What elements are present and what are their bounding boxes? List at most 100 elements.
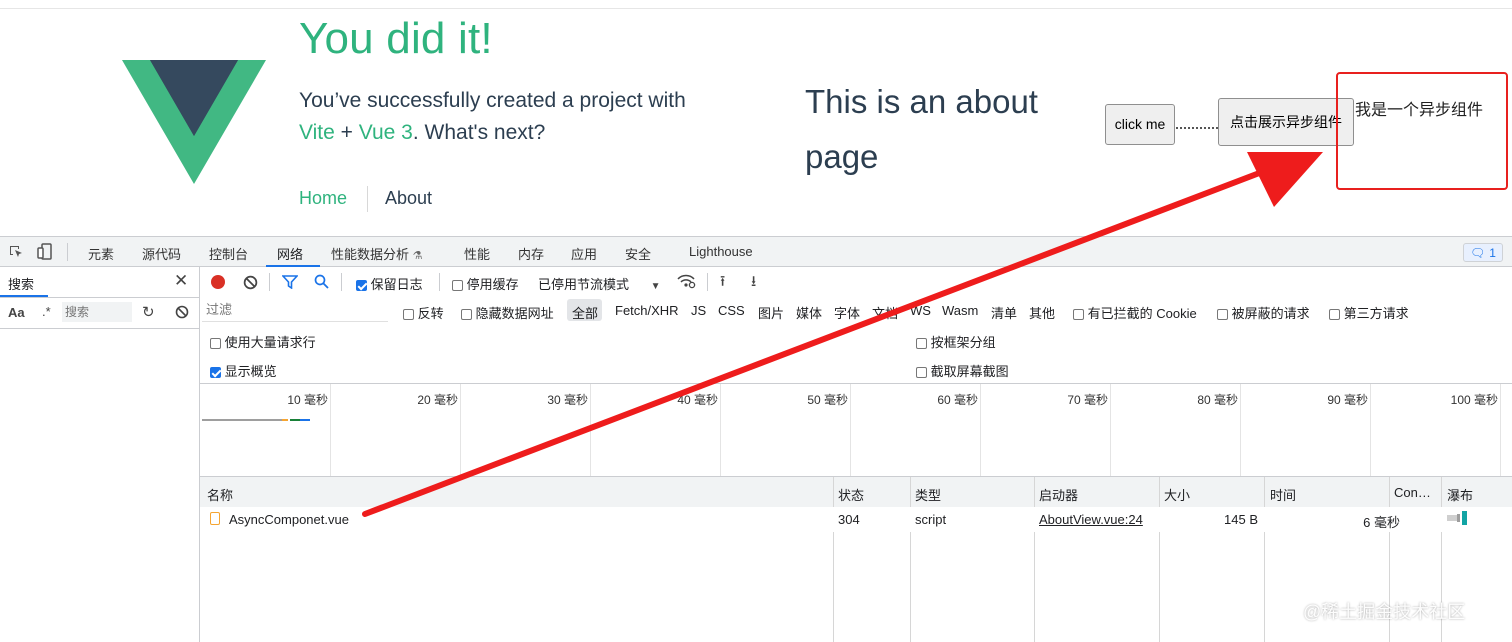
search-panel-title[interactable]: 搜索 [8,274,34,293]
invert-option[interactable]: 反转 [403,303,444,322]
tab-elements[interactable]: 元素 [88,244,114,263]
match-case-toggle[interactable]: Aa [8,305,25,320]
search-icon[interactable] [314,274,329,289]
capture-screenshots-label: 截取屏幕截图 [930,364,1009,379]
network-filter-bar: 反转 隐藏数据网址 全部 Fetch/XHR JS CSS 图片 媒体 字体 文… [200,296,1512,326]
request-initiator-link[interactable]: AboutView.vue:24 [1039,512,1143,527]
close-icon[interactable]: ✕ [174,271,188,291]
click-me-button[interactable]: click me [1105,104,1175,145]
inspect-element-icon[interactable] [8,244,24,260]
tab-performance-insights[interactable]: 性能数据分析 ⚗ [331,244,423,263]
invert-checkbox[interactable] [403,309,414,321]
refresh-icon[interactable]: ↻ [142,303,155,321]
network-conditions-icon[interactable] [676,273,696,289]
disable-cache-checkbox[interactable] [452,280,463,292]
timeline-gridline [1110,384,1111,476]
column-initiator[interactable]: 启动器 [1039,485,1078,504]
network-toolbar: 保留日志 停用缓存 已停用节流模式 ▼ ⭱ ⭳ [200,267,1512,297]
big-request-rows-checkbox[interactable] [210,338,221,350]
type-filter-font[interactable]: 字体 [834,303,860,322]
dotted-connector [1176,127,1218,129]
column-divider[interactable] [1159,477,1160,642]
show-overview-checkbox[interactable] [210,367,221,379]
devtools-tabbar: 元素 源代码 控制台 网络 性能数据分析 ⚗ 性能 内存 应用 安全 Light… [0,236,1512,267]
blocked-requests-checkbox[interactable] [1217,309,1228,321]
type-filter-doc[interactable]: 文档 [872,303,898,322]
column-divider[interactable] [910,477,911,642]
vue3-link[interactable]: Vue 3 [359,121,413,144]
column-type[interactable]: 类型 [915,485,941,504]
type-filter-all[interactable]: 全部 [572,303,598,322]
type-filter-css[interactable]: CSS [718,303,745,318]
network-overview-timeline[interactable]: 10 毫秒 20 毫秒 30 毫秒 40 毫秒 50 毫秒 60 毫秒 70 毫… [200,384,1512,477]
show-overview-option[interactable]: 显示概览 [210,361,277,380]
type-filter-wasm[interactable]: Wasm [942,303,978,318]
nav-home-link[interactable]: Home [299,188,347,209]
preserve-log-option[interactable]: 保留日志 [356,274,423,293]
type-filter-media[interactable]: 媒体 [796,303,822,322]
request-size: 145 B [1224,512,1258,527]
capture-screenshots-checkbox[interactable] [916,367,927,379]
tab-performance[interactable]: 性能 [464,244,490,263]
record-icon[interactable] [211,275,225,289]
column-divider[interactable] [1034,477,1035,642]
tab-memory[interactable]: 内存 [518,244,544,263]
nav-about-link[interactable]: About [385,188,432,209]
clear-icon[interactable] [175,305,189,319]
toolbar-divider [269,273,270,291]
tab-network[interactable]: 网络 [277,244,303,263]
type-filter-img[interactable]: 图片 [758,303,784,322]
type-filter-other[interactable]: 其他 [1029,303,1055,322]
issues-badge[interactable]: 🗨 1 [1463,243,1503,262]
export-har-icon[interactable]: ⭳ [751,271,756,296]
blocked-requests-option[interactable]: 被屏蔽的请求 [1217,303,1310,322]
tab-security[interactable]: 安全 [625,244,651,263]
column-divider[interactable] [833,477,834,642]
column-time[interactable]: 时间 [1270,485,1296,504]
third-party-option[interactable]: 第三方请求 [1329,303,1409,322]
hide-data-urls-checkbox[interactable] [461,309,472,321]
column-size[interactable]: 大小 [1164,485,1190,504]
search-input[interactable] [62,302,134,322]
tab-console[interactable]: 控制台 [209,244,248,263]
column-divider[interactable] [1264,477,1265,642]
big-request-rows-option[interactable]: 使用大量请求行 [210,332,316,351]
disable-cache-option[interactable]: 停用缓存 [452,274,519,293]
blocked-cookies-checkbox[interactable] [1073,309,1084,321]
clear-log-icon[interactable] [243,275,258,290]
group-by-frame-checkbox[interactable] [916,338,927,350]
column-waterfall[interactable]: 瀑布 [1447,485,1473,504]
timeline-tick-label: 10 毫秒 [287,393,328,407]
preserve-log-checkbox[interactable] [356,280,367,292]
device-toolbar-icon[interactable] [37,243,53,261]
group-by-frame-option[interactable]: 按框架分组 [916,332,996,351]
blocked-cookies-label: 有已拦截的 Cookie [1087,306,1197,321]
request-name[interactable]: AsyncComponet.vue [229,512,349,527]
toolbar-divider [341,273,342,291]
tab-sources[interactable]: 源代码 [142,244,181,263]
issues-count: 1 [1489,245,1496,260]
throttling-select[interactable]: 已停用节流模式 ▼ [538,274,661,293]
throttling-value: 已停用节流模式 [538,277,630,292]
capture-screenshots-option[interactable]: 截取屏幕截图 [916,361,1009,380]
third-party-checkbox[interactable] [1329,309,1340,321]
tab-application[interactable]: 应用 [571,244,597,263]
column-name[interactable]: 名称 [207,485,233,504]
blocked-cookies-option[interactable]: 有已拦截的 Cookie [1073,303,1197,322]
vite-link[interactable]: Vite [299,121,335,144]
type-filter-manifest[interactable]: 清单 [991,303,1017,322]
type-filter-ws[interactable]: WS [910,303,931,318]
search-panel-tab-indicator [0,295,48,297]
type-filter-js[interactable]: JS [691,303,706,318]
hide-data-urls-option[interactable]: 隐藏数据网址 [461,303,554,322]
filter-icon[interactable] [282,275,298,289]
type-filter-fetch-xhr[interactable]: Fetch/XHR [615,303,679,318]
import-har-icon[interactable]: ⭱ [720,271,725,296]
column-connection[interactable]: Con… [1394,485,1431,500]
table-row[interactable]: AsyncComponet.vue 304 script AboutView.v… [200,507,1512,532]
filter-input[interactable] [202,299,390,319]
tab-lighthouse[interactable]: Lighthouse [689,244,753,259]
show-async-component-button[interactable]: 点击展示异步组件 [1218,98,1354,146]
regex-toggle[interactable]: .* [42,304,51,319]
column-status[interactable]: 状态 [838,485,864,504]
